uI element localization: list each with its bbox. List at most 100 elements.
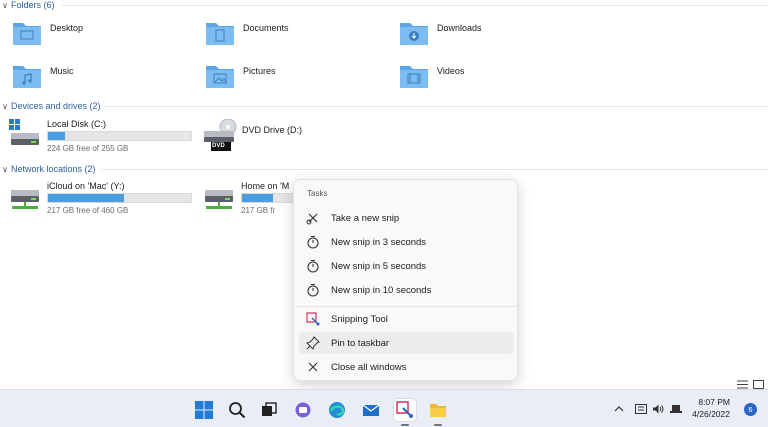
edge-icon xyxy=(329,402,345,418)
folder-desktop[interactable]: Desktop xyxy=(12,20,83,46)
system-clock[interactable]: 8:07 PM 4/26/2022 xyxy=(692,396,730,420)
drive-free-space: 217 GB fr xyxy=(241,206,276,215)
folder-label: Documents xyxy=(243,23,289,33)
menu-item-label: Close all windows xyxy=(331,361,407,373)
volume-icon[interactable] xyxy=(651,399,665,419)
pin-icon xyxy=(305,335,321,351)
chevron-down-icon: ∨ xyxy=(2,101,8,111)
menu-section-title: Tasks xyxy=(307,189,328,198)
running-indicator xyxy=(434,424,442,426)
network-section-divider xyxy=(101,169,768,170)
large-icons-view-icon[interactable] xyxy=(753,376,764,389)
folder-label: Pictures xyxy=(243,66,276,76)
pictures-folder-icon xyxy=(205,63,235,89)
task-view-button[interactable] xyxy=(258,399,280,421)
menu-item-snipping-tool[interactable]: Snipping Tool xyxy=(299,308,514,330)
start-button[interactable] xyxy=(193,399,215,421)
menu-item-snip-10-seconds[interactable]: New snip in 10 seconds xyxy=(299,279,514,301)
folder-label: Downloads xyxy=(437,23,482,33)
snipping-tool-taskbar-button[interactable] xyxy=(394,399,416,426)
details-view-icon[interactable] xyxy=(737,376,748,389)
edge-button[interactable] xyxy=(326,399,348,421)
drive-usage-bar xyxy=(47,131,192,141)
running-indicator xyxy=(401,424,409,426)
show-hidden-icons-button[interactable] xyxy=(612,399,626,419)
network-section-header[interactable]: ∨ Network locations (2) xyxy=(0,164,96,174)
snipping-tool-icon xyxy=(396,401,413,418)
videos-folder-icon xyxy=(399,63,429,89)
menu-item-pin-to-taskbar[interactable]: Pin to taskbar xyxy=(299,332,514,354)
devices-section-title: Devices and drives (2) xyxy=(11,101,101,111)
chevron-down-icon: ∨ xyxy=(2,0,8,10)
timer-10-icon xyxy=(305,282,321,298)
task-view-icon xyxy=(262,402,277,416)
documents-folder-icon xyxy=(205,20,235,46)
menu-item-take-new-snip[interactable]: Take a new snip xyxy=(299,207,514,229)
network-drive-icon xyxy=(203,181,235,209)
menu-item-label: Snipping Tool xyxy=(331,313,388,325)
drive-usage-bar xyxy=(241,193,301,203)
drive-usage-fill xyxy=(242,194,273,202)
folder-label: Music xyxy=(50,66,74,76)
menu-item-snip-3-seconds[interactable]: New snip in 3 seconds xyxy=(299,231,514,253)
folders-section-divider xyxy=(62,5,768,6)
folder-label: Desktop xyxy=(50,23,84,33)
drive-free-space: 217 GB free of 460 GB xyxy=(47,206,129,215)
drive-name: Home on 'M xyxy=(241,181,290,191)
network-drive-home[interactable]: Home on 'M 217 GB fr xyxy=(203,181,301,215)
chat-icon xyxy=(295,402,311,418)
music-folder-icon xyxy=(12,63,42,89)
drive-local-disk-c[interactable]: Local Disk (C:) 224 GB free of 255 GB xyxy=(9,119,192,153)
clock-time: 8:07 PM xyxy=(698,397,730,407)
network-status-icon[interactable] xyxy=(669,399,683,419)
devices-section-divider xyxy=(104,106,768,107)
language-icon[interactable] xyxy=(634,399,648,419)
search-icon xyxy=(229,402,246,419)
menu-item-label: New snip in 10 seconds xyxy=(331,284,432,296)
folder-pictures[interactable]: Pictures xyxy=(205,63,276,89)
search-button[interactable] xyxy=(226,399,248,421)
network-section-title: Network locations (2) xyxy=(11,164,96,174)
folders-section-title: Folders (6) xyxy=(11,0,55,10)
mail-icon xyxy=(362,404,380,416)
drive-dvd-d[interactable]: DVD DVD Drive (D:) xyxy=(204,118,302,153)
menu-item-close-all-windows[interactable]: Close all windows xyxy=(299,356,514,378)
drive-name: Local Disk (C:) xyxy=(47,119,107,129)
folder-documents[interactable]: Documents xyxy=(205,20,289,46)
chevron-up-icon xyxy=(614,406,624,412)
chevron-down-icon: ∨ xyxy=(2,164,8,174)
menu-item-label: New snip in 5 seconds xyxy=(331,260,427,272)
notification-count-badge[interactable]: 6 xyxy=(744,403,757,416)
windows-drive-icon xyxy=(9,119,41,145)
timer-3-icon xyxy=(305,234,321,250)
folders-section-header[interactable]: ∨ Folders (6) xyxy=(0,0,55,10)
drive-name: iCloud on 'Mac' (Y:) xyxy=(47,181,125,191)
network-drive-icloud[interactable]: iCloud on 'Mac' (Y:) 217 GB free of 460 … xyxy=(9,181,192,215)
folder-music[interactable]: Music xyxy=(12,63,74,89)
folder-videos[interactable]: Videos xyxy=(399,63,464,89)
clock-date: 4/26/2022 xyxy=(692,409,730,419)
network-drive-icon xyxy=(9,181,41,209)
menu-item-label: Pin to taskbar xyxy=(331,337,390,349)
snipping-tool-jump-list: Tasks Take a new snip New snip in 3 seco… xyxy=(293,179,518,381)
mail-button[interactable] xyxy=(360,399,382,421)
menu-divider xyxy=(294,306,517,307)
devices-section-header[interactable]: ∨ Devices and drives (2) xyxy=(0,101,101,111)
file-explorer-button[interactable] xyxy=(427,399,449,426)
folder-icon xyxy=(430,404,446,417)
desktop-folder-icon xyxy=(12,20,42,46)
menu-item-label: Take a new snip xyxy=(331,212,400,224)
dvd-badge: DVD xyxy=(212,143,225,149)
snip-icon xyxy=(305,210,321,226)
folder-label: Videos xyxy=(437,66,465,76)
menu-item-snip-5-seconds[interactable]: New snip in 5 seconds xyxy=(299,255,514,277)
dvd-drive-icon: DVD xyxy=(204,118,238,153)
chat-button[interactable] xyxy=(292,399,314,421)
folder-downloads[interactable]: Downloads xyxy=(399,20,482,46)
drive-free-space: 224 GB free of 255 GB xyxy=(47,144,129,153)
snipping-tool-icon xyxy=(305,311,321,327)
downloads-folder-icon xyxy=(399,20,429,46)
taskbar: 8:07 PM 4/26/2022 6 xyxy=(0,389,768,427)
timer-5-icon xyxy=(305,258,321,274)
drive-usage-bar xyxy=(47,193,192,203)
